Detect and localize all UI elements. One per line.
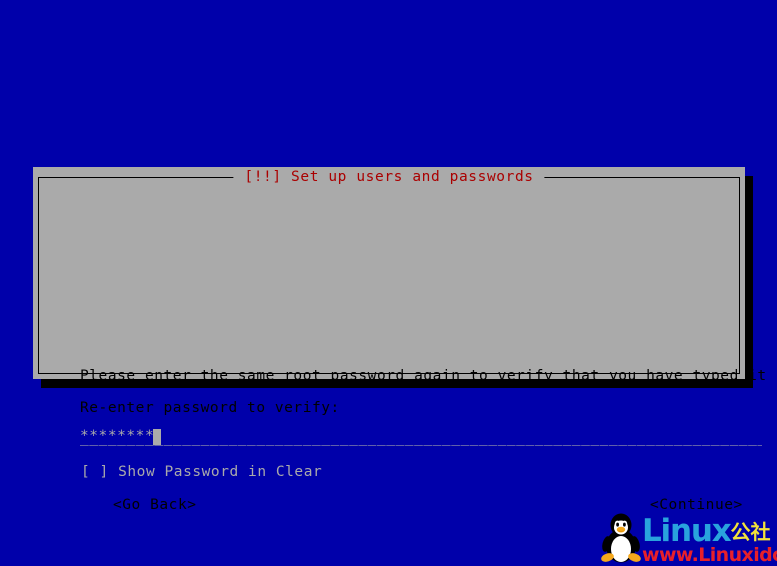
password-input[interactable]: ________________________________________…: [80, 427, 762, 446]
watermark-url: www.Linuxidc.com: [642, 544, 777, 566]
prompt-text: Please enter the same root password agai…: [80, 368, 777, 384]
watermark-wordmark: Linux公社: [642, 514, 777, 548]
watermark: Linux公社 www.Linuxidc.com: [596, 511, 777, 565]
password-field-label: Re-enter password to verify:: [80, 400, 340, 416]
go-back-button[interactable]: <Go Back>: [113, 496, 197, 514]
password-masked-value: ********: [80, 428, 155, 444]
password-input-rule: ________________________________________…: [80, 431, 762, 446]
dialog-border: [38, 177, 740, 374]
text-cursor: [153, 429, 161, 445]
installer-screen: [!!] Set up users and passwords Please e…: [0, 0, 777, 565]
show-password-in-clear-checkbox[interactable]: [ ] Show Password in Clear: [80, 463, 325, 482]
tux-penguin-logo: [601, 513, 641, 563]
watermark-wordmark-cn: 公社: [730, 520, 771, 544]
dialog-title: [!!] Set up users and passwords: [233, 168, 545, 186]
setup-users-and-passwords-dialog: [!!] Set up users and passwords Please e…: [33, 167, 777, 513]
